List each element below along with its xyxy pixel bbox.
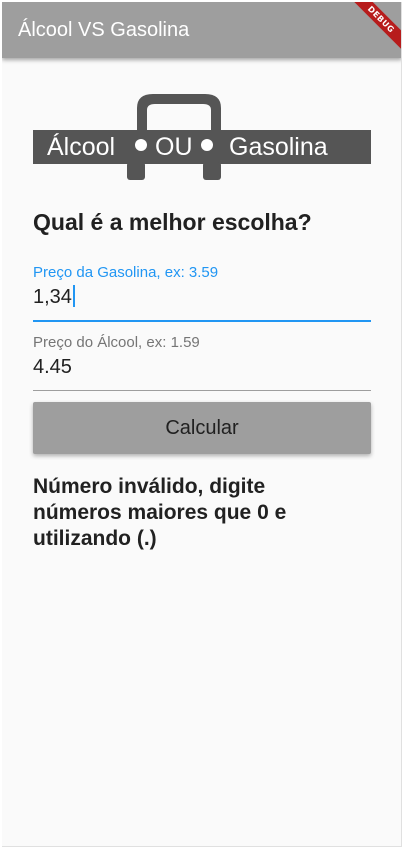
alcohol-price-value: 4.45 [33, 356, 72, 378]
logo-word-alcool: Álcool [47, 133, 116, 161]
result-message: Número inválido, digite números maiores … [33, 475, 287, 550]
alcohol-price-label: Preço do Álcool, ex: 1.59 [33, 334, 200, 351]
app-screen: Álcool VS Gasolina DEBUG Álcool OU Gasol… [2, 2, 402, 847]
gasoline-price-input[interactable]: 1,34 [33, 284, 75, 310]
debug-banner: DEBUG [345, 2, 401, 58]
alcohol-field-underline [33, 390, 371, 391]
calculate-button[interactable]: Calcular [33, 402, 371, 454]
calculate-button-label: Calcular [165, 417, 239, 439]
alcohol-price-field[interactable]: Preço do Álcool, ex: 1.59 4.45 [33, 330, 371, 392]
page-heading: Qual é a melhor escolha? [33, 209, 312, 235]
debug-banner-label: DEBUG [346, 2, 401, 54]
logo-word-gasolina: Gasolina [229, 133, 328, 161]
gasoline-field-underline [33, 320, 371, 322]
text-cursor [72, 285, 75, 307]
logo-word-ou: OU [155, 133, 193, 161]
app-title: Álcool VS Gasolina [18, 19, 190, 41]
logo: Álcool OU Gasolina [33, 88, 371, 182]
alcohol-price-input[interactable]: 4.45 [33, 354, 72, 380]
gasoline-price-field[interactable]: Preço da Gasolina, ex: 3.59 1,34 [33, 260, 371, 322]
app-bar: Álcool VS Gasolina [2, 2, 401, 58]
gasoline-price-value: 1,34 [33, 286, 72, 308]
gasoline-price-label: Preço da Gasolina, ex: 3.59 [33, 264, 219, 281]
